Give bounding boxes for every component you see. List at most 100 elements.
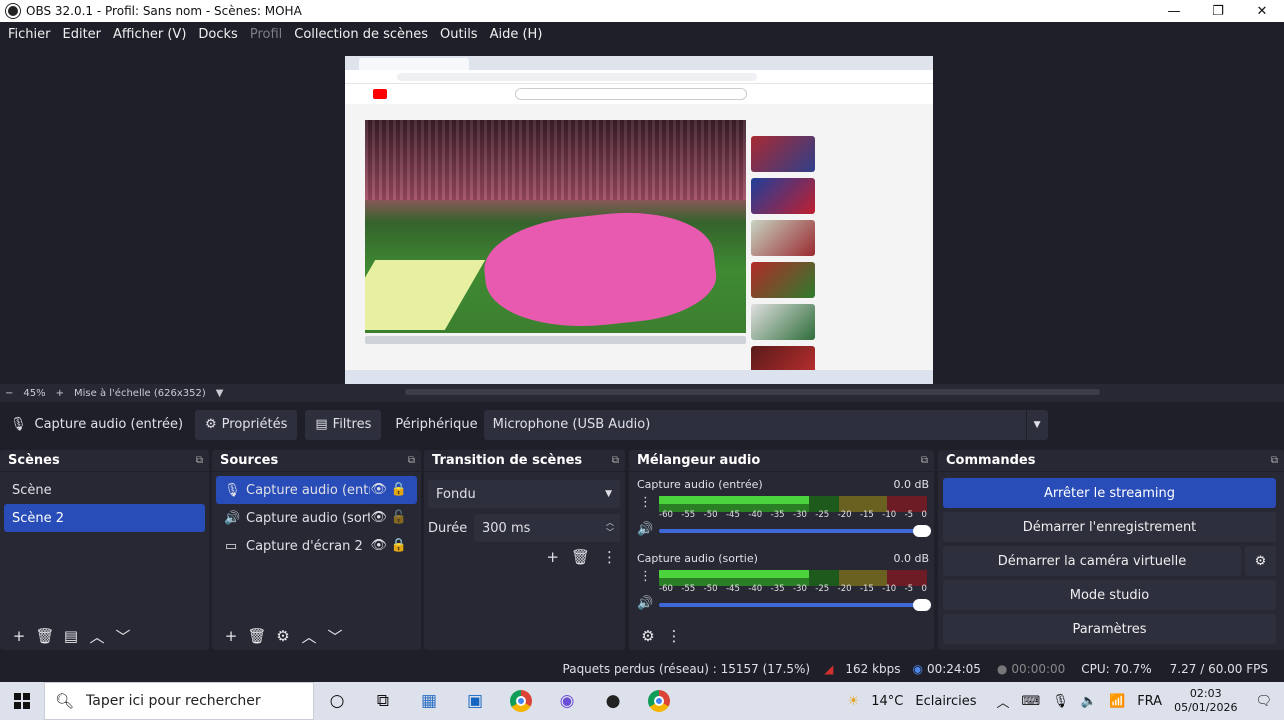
scenes-dock: Scènes ⧉ Scène Scène 2 + 🗑 ▤ ︿ ﹀	[0, 450, 209, 650]
speaker-icon: 🔊	[224, 510, 241, 526]
unlock-icon[interactable]: 🔓	[391, 510, 407, 525]
zoom-in-button[interactable]: +	[51, 388, 69, 399]
scene-filters-icon[interactable]: ▤	[58, 627, 84, 645]
delete-source-icon[interactable]: 🗑	[244, 627, 270, 645]
volume-slider[interactable]	[659, 599, 931, 611]
keyboard-icon[interactable]: ⌨	[1022, 694, 1041, 709]
maximize-button[interactable]: ❐	[1196, 0, 1240, 22]
add-transition-icon[interactable]: +	[546, 548, 559, 566]
network-icon[interactable]: 📶	[1109, 694, 1125, 709]
chevron-down-icon: ▼	[1025, 409, 1048, 440]
preview-horizontal-scrollbar[interactable]	[405, 389, 1100, 395]
mute-speaker-icon[interactable]: 🔊	[637, 596, 653, 611]
undock-icon[interactable]: ⧉	[921, 455, 928, 466]
start-virtual-camera-button[interactable]: Démarrer la caméra virtuelle	[943, 546, 1241, 576]
lock-icon[interactable]: 🔒	[391, 482, 407, 497]
chrome-icon[interactable]	[636, 682, 682, 720]
delete-scene-icon[interactable]: 🗑	[32, 627, 58, 645]
add-source-icon[interactable]: +	[218, 627, 244, 645]
notifications-icon[interactable]: 🗨	[1255, 694, 1272, 709]
start-button[interactable]	[0, 682, 44, 720]
channel-menu-icon[interactable]: ⋮	[639, 569, 652, 584]
menu-outils[interactable]: Outils	[434, 27, 484, 42]
chevron-up-icon[interactable]: ︿	[997, 692, 1010, 711]
settings-button[interactable]: Paramètres	[943, 614, 1276, 644]
mixer-menu-icon[interactable]: ⋮	[661, 627, 687, 645]
menu-profil[interactable]: Profil	[244, 27, 288, 42]
scene-item[interactable]: Scène	[4, 476, 205, 504]
search-icon: 🔍︎	[55, 692, 75, 710]
advanced-audio-icon[interactable]: ⚙	[635, 627, 661, 645]
chrome-profile-icon[interactable]: ◉	[544, 682, 590, 720]
store-icon[interactable]: ▣	[452, 682, 498, 720]
obs-taskbar-icon[interactable]: ●	[590, 682, 636, 720]
scene-item-selected[interactable]: Scène 2	[4, 504, 205, 532]
filters-button[interactable]: ▤ Filtres	[305, 409, 382, 440]
microphone-icon[interactable]: 🎙	[1052, 694, 1069, 709]
virtual-camera-settings-button[interactable]: ⚙	[1245, 546, 1276, 576]
zoom-out-button[interactable]: −	[0, 388, 18, 399]
file-explorer-icon[interactable]: ▦	[406, 682, 452, 720]
source-name: Capture audio (entrée)	[246, 482, 370, 498]
mixer-channel: Capture audio (sortie) 0.0 dB ⋮ -60 -55 -5…	[637, 552, 931, 611]
device-label: Périphérique	[395, 417, 478, 432]
dropped-frames: Paquets perdus (réseau) : 15157 (17.5%)	[562, 662, 811, 676]
meter-ticks: -60 -55 -50 -45 -40 -35 -30 -25 -20 -15 -10 -5 0	[659, 510, 927, 520]
minimize-button[interactable]: —	[1152, 0, 1196, 22]
stop-streaming-button[interactable]: Arrêter le streaming	[943, 478, 1276, 508]
lock-icon[interactable]: 🔒	[391, 538, 407, 553]
close-button[interactable]: ✕	[1240, 0, 1284, 22]
preview-area[interactable]	[0, 46, 1284, 384]
undock-icon[interactable]: ⧉	[196, 455, 203, 466]
undock-icon[interactable]: ⧉	[408, 455, 415, 466]
menu-aide[interactable]: Aide (H)	[484, 27, 549, 42]
volume-slider[interactable]	[659, 525, 931, 537]
channel-menu-icon[interactable]: ⋮	[639, 495, 652, 510]
clock[interactable]: 02:03 05/01/2026	[1174, 687, 1237, 715]
undock-icon[interactable]: ⧉	[612, 455, 619, 466]
visibility-eye-icon[interactable]: 👁	[370, 510, 387, 525]
mute-speaker-icon[interactable]: 🔊	[637, 522, 653, 537]
delete-transition-icon[interactable]: 🗑	[571, 548, 590, 566]
move-up-icon[interactable]: ︿	[296, 626, 322, 647]
spin-arrows-icon[interactable]: ︿ ﹀	[606, 518, 614, 538]
chrome-icon[interactable]	[498, 682, 544, 720]
cortana-icon[interactable]: ○	[314, 682, 360, 720]
gear-icon: ⚙	[1254, 553, 1267, 569]
device-value: Microphone (USB Audio)	[492, 417, 651, 432]
studio-mode-button[interactable]: Mode studio	[943, 580, 1276, 610]
taskbar-search[interactable]: 🔍︎ Taper ici pour rechercher	[44, 682, 314, 720]
move-down-icon[interactable]: ﹀	[322, 626, 348, 647]
source-item[interactable]: 🎙 Capture audio (entrée) 👁 🔒	[216, 476, 417, 504]
start-recording-button[interactable]: Démarrer l'enregistrement	[943, 512, 1276, 542]
move-up-icon[interactable]: ︿	[84, 626, 110, 647]
menu-fichier[interactable]: Fichier	[2, 27, 57, 42]
more-options-icon[interactable]: ⋮	[602, 548, 617, 566]
menu-collection-scenes[interactable]: Collection de scènes	[288, 27, 434, 42]
microphone-icon: 🎙	[10, 417, 27, 432]
undock-icon[interactable]: ⧉	[1271, 455, 1278, 466]
source-name: Capture audio (sortie)	[246, 510, 370, 526]
source-item[interactable]: ▭ Capture d'écran 2 👁 🔒	[216, 532, 417, 560]
stream-time: 00:24:05	[926, 662, 981, 676]
visibility-eye-icon[interactable]: 👁	[370, 482, 387, 497]
source-properties-icon[interactable]: ⚙	[270, 627, 296, 645]
properties-button[interactable]: ⚙ Propriétés	[195, 409, 298, 440]
window-title-bar: OBS 32.0.1 - Profil: Sans nom - Scènes: …	[0, 0, 1284, 22]
scenes-title: Scènes	[8, 453, 60, 468]
menu-editer[interactable]: Editer	[57, 27, 108, 42]
task-view-icon[interactable]: ⧉	[360, 682, 406, 720]
volume-icon[interactable]: 🔈	[1081, 694, 1097, 709]
move-down-icon[interactable]: ﹀	[110, 626, 136, 647]
source-item[interactable]: 🔊 Capture audio (sortie) 👁 🔓	[216, 504, 417, 532]
add-scene-icon[interactable]: +	[6, 627, 32, 645]
visibility-eye-icon[interactable]: 👁	[370, 538, 387, 553]
menu-afficher[interactable]: Afficher (V)	[107, 27, 192, 42]
preview-canvas	[345, 56, 933, 384]
duration-spinbox[interactable]: 300 ms ︿ ﹀	[474, 514, 620, 542]
scale-dropdown-button[interactable]: ▼	[211, 388, 229, 399]
menu-docks[interactable]: Docks	[192, 27, 243, 42]
language-indicator[interactable]: FRA	[1137, 694, 1162, 709]
transition-select[interactable]: Fondu ▼	[428, 480, 620, 508]
device-select[interactable]: Microphone (USB Audio) ▼	[483, 409, 1048, 440]
